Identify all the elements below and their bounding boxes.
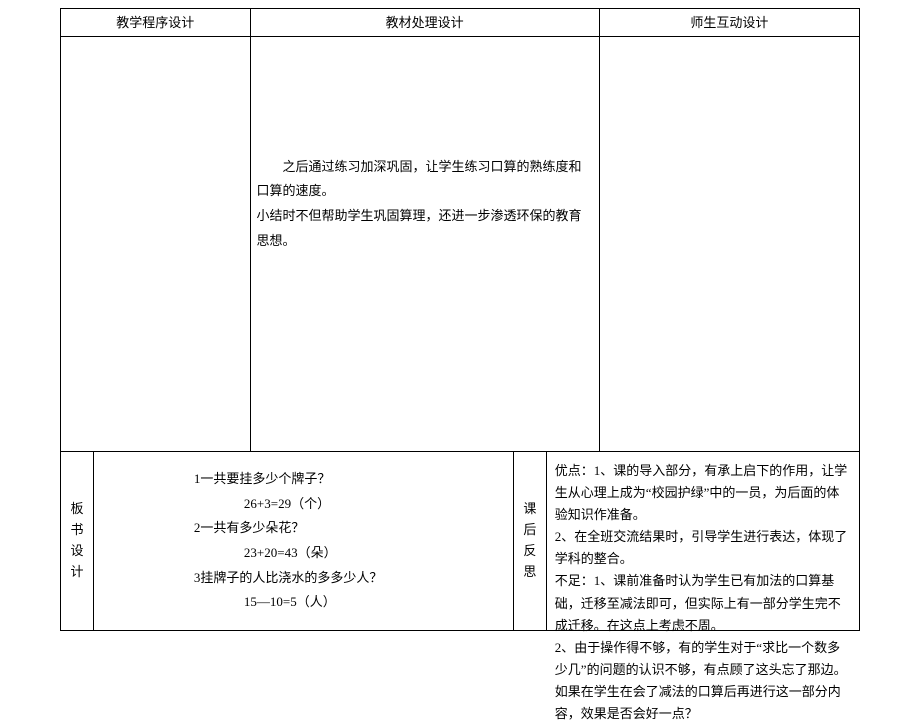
material-p1: 之后通过练习加深巩固，让学生练习口算的熟练度和口算的速度。 [257,155,593,204]
lesson-plan-table: 教学程序设计 教材处理设计 师生互动设计 之后通过练习加深巩固，让学生练习口算的… [60,8,860,631]
body-row: 之后通过练习加深巩固，让学生练习口算的熟练度和口算的速度。 小结时不但帮助学生巩… [61,37,859,452]
board-design-content: 1一共要挂多少个牌子？ 26+3=29（个） 2一共有多少朵花？ 23+20=4… [94,452,514,630]
ref-p3: 不足：1、课前准备时认为学生已有加法的口算基础，迁移至减法即可，但实际上有一部分… [555,570,851,636]
bd-q2: 2一共有多少朵花？ [194,516,503,541]
body-col-material: 之后通过练习加深巩固，让学生练习口算的熟练度和口算的速度。 小结时不但帮助学生巩… [251,37,600,452]
ref-p1: 优点：1、课的导入部分，有承上启下的作用，让学生从心理上成为“校园护绿”中的一员… [555,460,851,526]
label-board-design: 板书设计 [61,452,94,630]
bd-e1: 26+3=29（个） [244,492,503,517]
bd-q3: 3挂牌子的人比浇水的多多少人？ [194,566,503,591]
body-col-interaction [600,37,859,452]
material-content: 之后通过练习加深巩固，让学生练习口算的熟练度和口算的速度。 小结时不但帮助学生巩… [257,1,593,407]
footer-row: 板书设计 1一共要挂多少个牌子？ 26+3=29（个） 2一共有多少朵花？ 23… [61,452,859,630]
bd-e3: 15—10=5（人） [244,590,503,615]
reflection-content: 优点：1、课的导入部分，有承上启下的作用，让学生从心理上成为“校园护绿”中的一员… [547,452,859,630]
header-col-interaction: 师生互动设计 [600,9,859,37]
bd-e2: 23+20=43（朵） [244,541,503,566]
material-p2: 小结时不但帮助学生巩固算理，还进一步渗透环保的教育思想。 [257,204,593,253]
label-reflection: 课后反思 [514,452,547,630]
body-col-procedure [61,37,251,452]
header-col-procedure: 教学程序设计 [61,9,251,37]
ref-p2: 2、在全班交流结果时，引导学生进行表达，体现了学科的整合。 [555,526,851,570]
bd-q1: 1一共要挂多少个牌子？ [194,467,503,492]
